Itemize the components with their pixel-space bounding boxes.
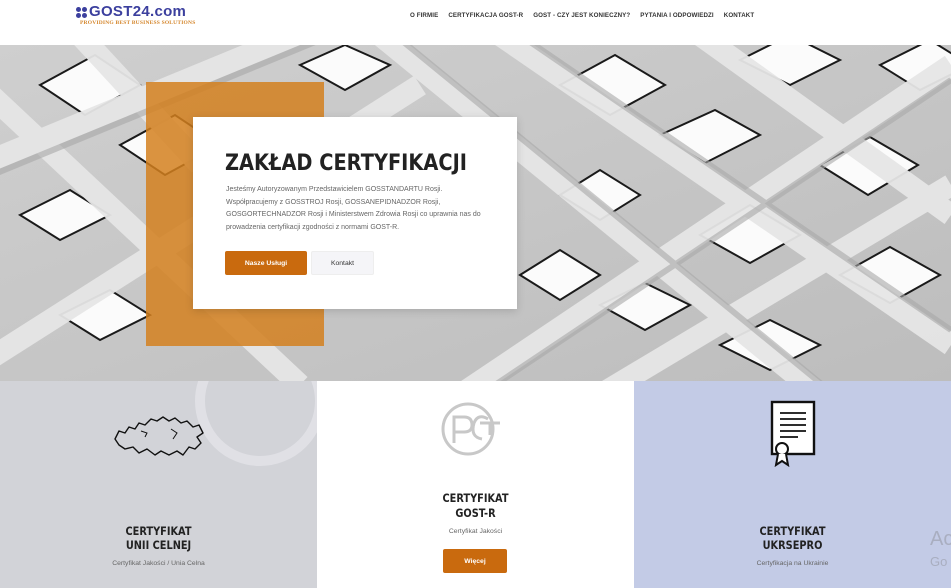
nav-kontakt[interactable]: KONTAKT (719, 12, 760, 20)
card2-title-line2: GOST-R (455, 506, 496, 520)
hero-description: Jesteśmy Autoryzowanym Przedstawicielem … (226, 186, 481, 231)
hero-section: ZAKŁAD CERTYFIKACJI Jesteśmy Autoryzowan… (0, 45, 951, 381)
more-button[interactable]: Więcej (443, 549, 507, 573)
activation-watermark-sub: Go (930, 554, 948, 569)
site-header: GOST24.com PROVIDING BEST BUSINESS SOLUT… (0, 0, 951, 45)
card1-title-line2: UNII CELNEJ (125, 538, 192, 552)
card3-title-line2: UKRSEPRO (762, 538, 823, 552)
certificate-icon (770, 400, 816, 467)
nav-pytania-i-odpowiedzi[interactable]: PYTANIA I ODPOWIEDZI (635, 12, 719, 20)
card2-subtitle: Certyfikat Jakości (448, 528, 503, 535)
nav-o-firmie[interactable]: O FIRMIE (405, 12, 443, 20)
certificate-cards: CERTYFIKAT UNII CELNEJ Certyfikat Jakośc… (0, 381, 951, 588)
hero-card: ZAKŁAD CERTYFIKACJI Jesteśmy Autoryzowan… (193, 117, 517, 309)
nav-gost-czy-jest-konieczny[interactable]: GOST - CZY JEST KONIECZNY? (528, 12, 635, 20)
russia-map-icon (114, 416, 204, 456)
logo-tagline: PROVIDING BEST BUSINESS SOLUTIONS (80, 20, 196, 26)
logo-text: GOST24.com (89, 3, 187, 20)
rst-mark-icon (441, 402, 500, 456)
contact-button[interactable]: Kontakt (311, 251, 374, 275)
logo-dots-icon (76, 7, 88, 19)
card-unii-celnej[interactable]: CERTYFIKAT UNII CELNEJ Certyfikat Jakośc… (0, 381, 317, 588)
card2-title-line1: CERTYFIKAT (442, 491, 509, 505)
activation-watermark: Ac (930, 528, 951, 550)
nav-certyfikacja-gost-r[interactable]: CERTYFIKACJA GOST-R (443, 12, 528, 20)
card3-title-line1: CERTYFIKAT (759, 524, 826, 538)
hero-title: ZAKŁAD CERTYFIKACJI (225, 151, 467, 176)
card1-subtitle: Certyfikat Jakości / Unia Celna (112, 560, 205, 567)
our-services-button[interactable]: Nasze Usługi (225, 251, 307, 275)
card-gost-r[interactable]: CERTYFIKAT GOST-R Certyfikat Jakości Wię… (317, 381, 634, 588)
card-ukrsepro[interactable]: CERTYFIKAT UKRSEPRO Certyfikacja na Ukra… (634, 381, 951, 588)
card1-title-line1: CERTYFIKAT (125, 524, 192, 538)
card3-subtitle: Certyfikacja na Ukrainie (756, 560, 829, 567)
main-nav: O FIRMIE CERTYFIKACJA GOST-R GOST - CZY … (405, 12, 759, 20)
logo[interactable]: GOST24.com PROVIDING BEST BUSINESS SOLUT… (76, 3, 206, 27)
